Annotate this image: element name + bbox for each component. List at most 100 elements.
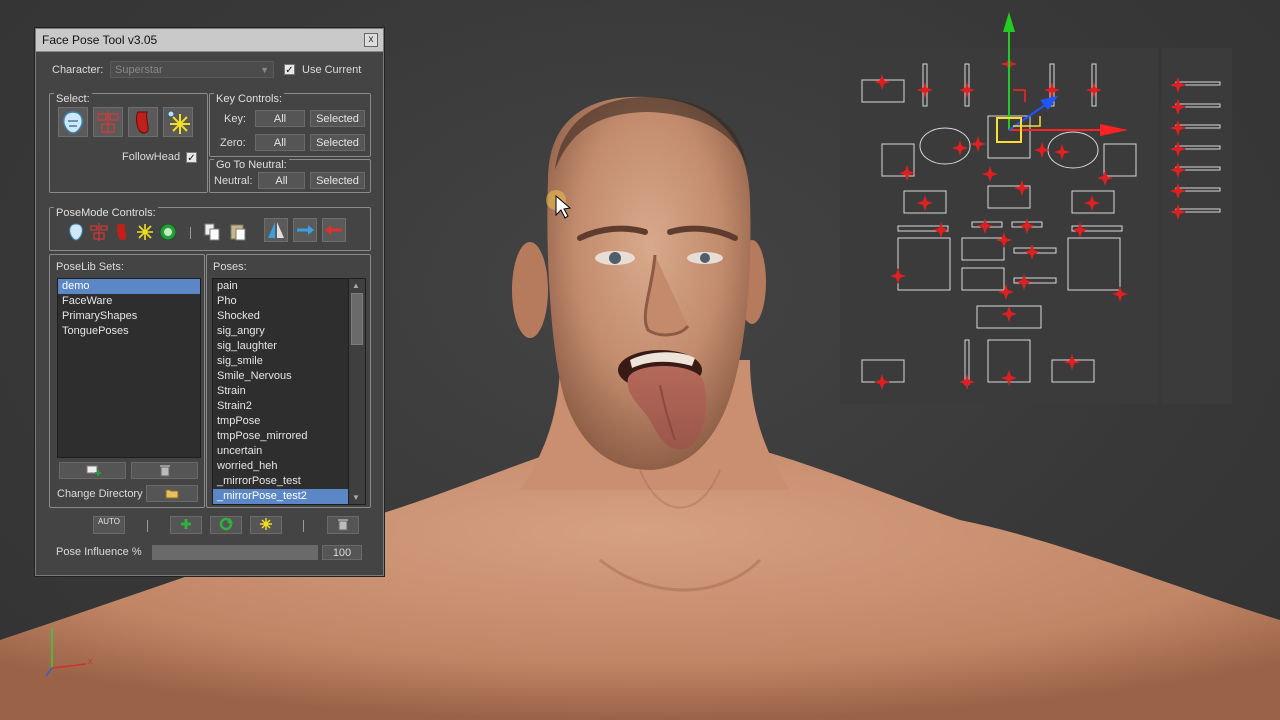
refresh-pose-button[interactable] (210, 516, 242, 534)
list-item[interactable]: sig_smile (213, 354, 365, 369)
neutral-selected-button[interactable]: Selected (310, 172, 365, 189)
change-directory-label: Change Directory (57, 488, 143, 500)
poses-label: Poses: (213, 261, 247, 273)
pose-influence-slider[interactable] (152, 545, 318, 560)
sparkle-icon (260, 518, 272, 530)
key-controls-label: Key Controls: (214, 93, 285, 105)
add-set-icon (86, 465, 101, 476)
character-value: Superstar (115, 64, 163, 76)
list-item[interactable]: _mirrorPose_test2 (213, 489, 349, 504)
neutral-row-label: Neutral: (214, 175, 253, 187)
pose-influence-label: Pose Influence % (56, 546, 142, 558)
select-group-label: Select: (54, 93, 92, 105)
window-titlebar[interactable]: Face Pose Tool v3.05 x (36, 29, 383, 52)
list-item[interactable]: sig_laughter (213, 339, 365, 354)
poses-scrollbar[interactable]: ▲ ▼ (348, 279, 365, 504)
poselib-sets-label: PoseLib Sets: (56, 261, 124, 273)
folder-icon (165, 489, 179, 499)
list-item[interactable]: Shocked (213, 309, 365, 324)
chevron-down-icon: ▼ (260, 65, 269, 75)
use-current-label: Use Current (302, 64, 362, 76)
go-to-neutral-group: Go To Neutral: Neutral: All Selected (209, 159, 371, 193)
zero-selected-button[interactable]: Selected (310, 134, 365, 151)
posemode-controls-group: PoseMode Controls: (49, 207, 371, 251)
add-pose-button[interactable] (170, 516, 202, 534)
delete-set-button[interactable] (131, 462, 198, 479)
follow-head-checkbox[interactable]: ✓ (186, 152, 197, 164)
auto-label: AUTO (97, 517, 121, 526)
face-pose-tool-window: Face Pose Tool v3.05 x Character: Supers… (35, 28, 384, 576)
list-item[interactable]: Strain2 (213, 399, 365, 414)
select-extra-button[interactable] (163, 107, 193, 137)
list-item[interactable]: uncertain (213, 444, 365, 459)
posemode-controls-label: PoseMode Controls: (54, 207, 158, 219)
character-dropdown[interactable]: Superstar ▼ (110, 61, 274, 78)
mirror-button[interactable] (264, 218, 288, 242)
tongue-icon[interactable] (112, 222, 132, 242)
pose-influence-value[interactable]: 100 (322, 545, 362, 560)
scroll-thumb[interactable] (351, 293, 363, 345)
tongue-icon (135, 111, 149, 134)
list-item[interactable]: PrimaryShapes (58, 309, 200, 324)
scroll-up-icon[interactable]: ▲ (352, 281, 360, 290)
refresh-icon (219, 517, 233, 531)
control-board-side (1162, 48, 1232, 404)
mirror-right-button[interactable] (293, 218, 317, 242)
key-all-button[interactable]: All (255, 110, 305, 127)
list-item[interactable]: FaceWare (58, 294, 200, 309)
star-sparkle-icon[interactable] (135, 222, 155, 242)
use-current-checkbox[interactable]: ✓ (284, 64, 295, 76)
poselib-sets-list[interactable]: demo FaceWare PrimaryShapes TonguePoses (57, 278, 201, 458)
list-item[interactable]: worried_heh (213, 459, 365, 474)
mirror-left-button[interactable] (322, 218, 346, 242)
zero-all-button[interactable]: All (255, 134, 305, 151)
list-item[interactable]: tmpPose_mirrored (213, 429, 365, 444)
sparkle-pose-button[interactable] (250, 516, 282, 534)
auto-key-button[interactable]: AUTO (93, 516, 125, 534)
toolbar-separator (303, 520, 304, 532)
neutral-all-button[interactable]: All (258, 172, 305, 189)
close-button[interactable]: x (364, 33, 378, 47)
key-selected-button[interactable]: Selected (310, 110, 365, 127)
list-item[interactable]: Smile_Nervous (213, 369, 365, 384)
poses-list[interactable]: pain Pho Shocked sig_angry sig_laughter … (212, 278, 366, 505)
list-item[interactable]: demo (58, 279, 200, 294)
trash-icon (159, 465, 170, 477)
delete-pose-button[interactable] (327, 516, 359, 534)
toolbar-separator (190, 227, 191, 239)
mirror-icon (268, 222, 284, 238)
list-item[interactable]: Pho (213, 294, 365, 309)
mirror-left-icon (325, 225, 342, 235)
toolbar-separator (147, 520, 148, 532)
select-controls-button[interactable] (93, 107, 123, 137)
list-item[interactable]: tmpPose (213, 414, 365, 429)
follow-head-label: FollowHead (122, 151, 181, 163)
face-mask-icon[interactable] (66, 222, 86, 242)
select-tongue-button[interactable] (128, 107, 158, 137)
window-title: Face Pose Tool v3.05 (42, 33, 158, 47)
select-face-button[interactable] (58, 107, 88, 137)
key-row-label: Key: (224, 113, 247, 125)
add-set-button[interactable] (59, 462, 126, 479)
pose-influence-fill (153, 546, 317, 559)
face-mask-icon (63, 111, 83, 134)
list-item[interactable]: sig_angry (213, 324, 365, 339)
mirror-right-icon (297, 225, 314, 235)
star-sparkle-icon (167, 110, 190, 134)
add-icon (181, 519, 191, 529)
list-item[interactable]: _mirrorPose_test (213, 474, 365, 489)
list-item[interactable]: Strain (213, 384, 365, 399)
target-icon[interactable] (158, 222, 178, 242)
list-item[interactable]: TonguePoses (58, 324, 200, 339)
paste-icon[interactable] (228, 222, 248, 242)
copy-icon[interactable] (202, 222, 222, 242)
scroll-down-icon[interactable]: ▼ (352, 493, 360, 502)
character-label: Character: (52, 64, 104, 76)
controls-layout-icon[interactable] (89, 222, 109, 242)
list-item[interactable]: pain (213, 279, 365, 294)
delete-icon (338, 519, 348, 531)
poselib-sets-panel: PoseLib Sets: demo FaceWare PrimaryShape… (49, 254, 205, 508)
zero-row-label: Zero: (220, 137, 246, 149)
change-directory-button[interactable] (146, 485, 198, 502)
svg-text:x: x (88, 656, 93, 666)
